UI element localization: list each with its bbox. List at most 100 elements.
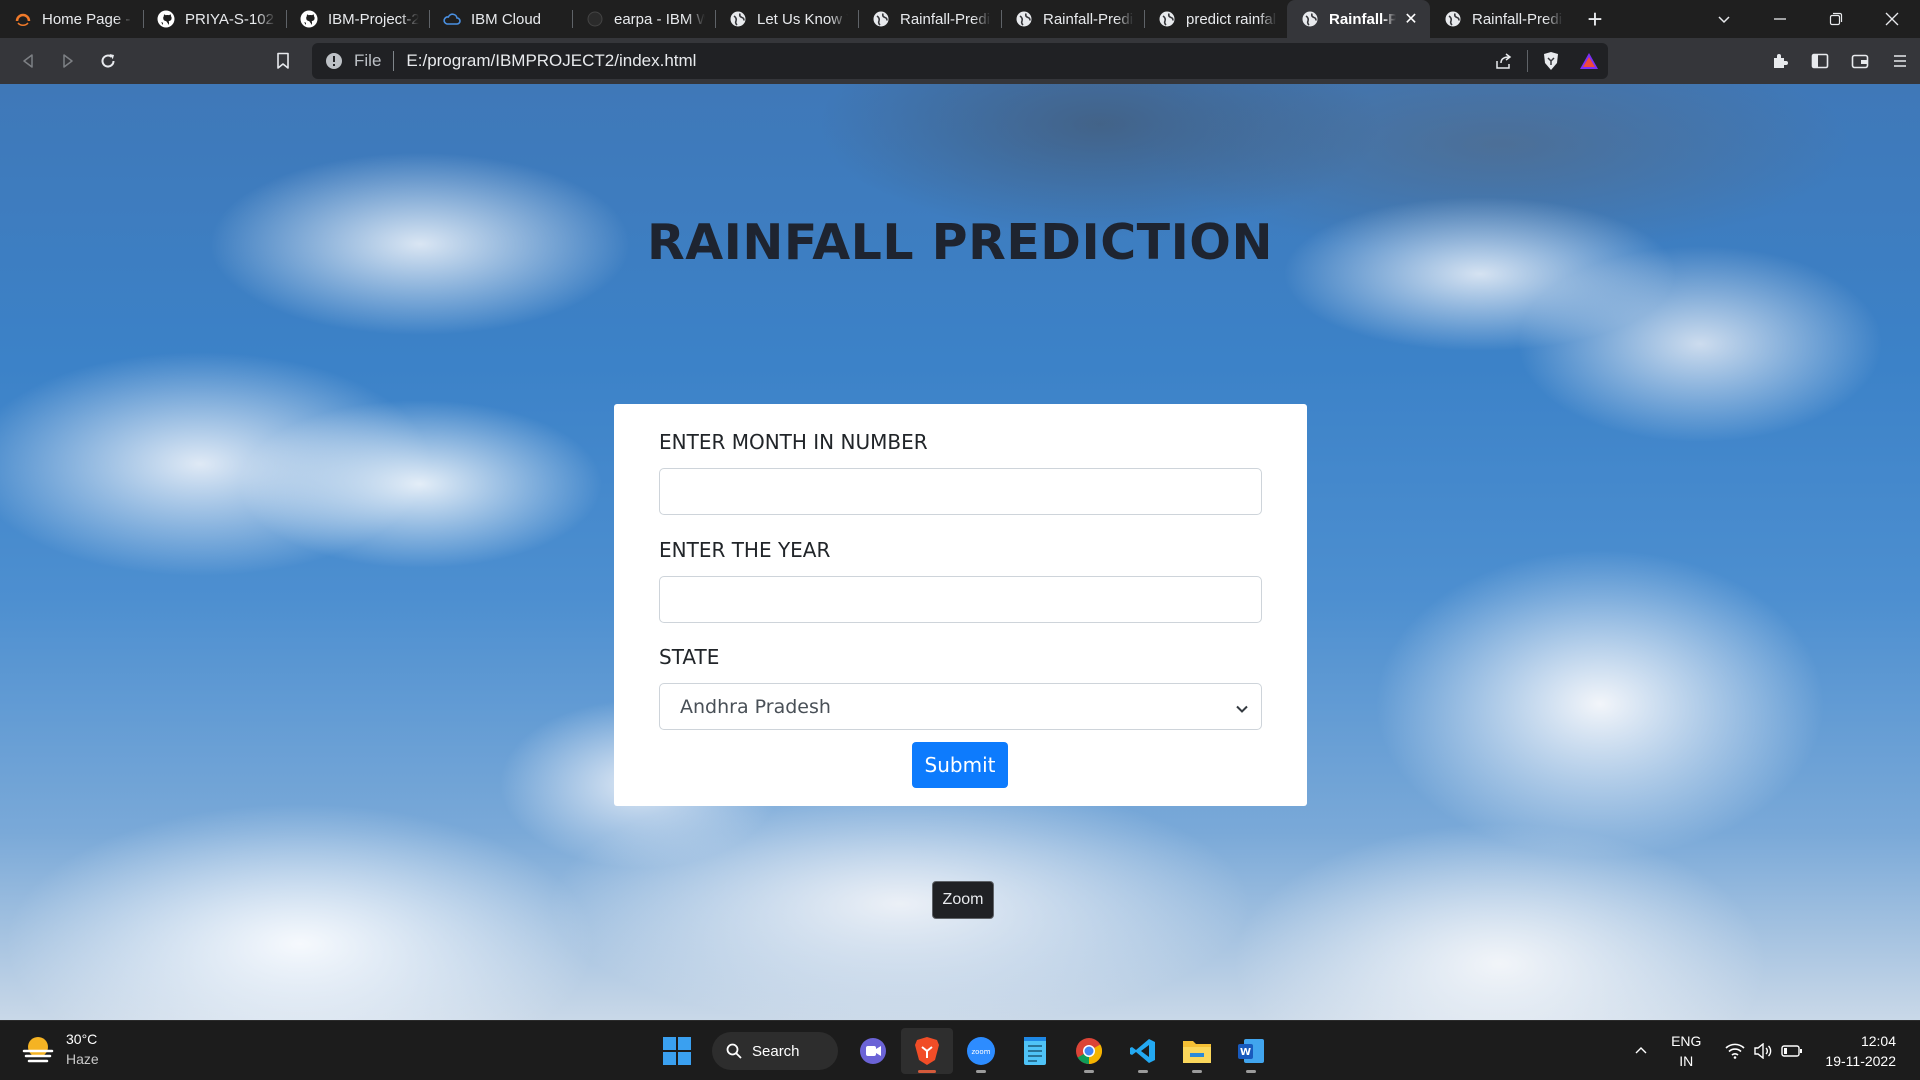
brave-icon[interactable]	[901, 1028, 953, 1074]
file-explorer-icon[interactable]	[1171, 1028, 1223, 1074]
menu-icon[interactable]	[1880, 41, 1920, 81]
tab-label: IBM Cloud	[471, 10, 542, 28]
address-bar[interactable]: File E:/program/IBMPROJECT2/index.html	[312, 43, 1608, 79]
lang-code: ENG	[1671, 1033, 1702, 1049]
back-icon[interactable]	[8, 41, 48, 81]
info-icon[interactable]	[324, 51, 344, 71]
chrome-icon[interactable]	[1063, 1028, 1115, 1074]
running-indicator	[1192, 1070, 1202, 1073]
github-icon	[157, 10, 175, 28]
active-indicator	[918, 1070, 936, 1073]
chevron-down-icon	[1235, 699, 1249, 713]
state-selected-value: Andhra Pradesh	[680, 695, 831, 718]
globe-icon	[1015, 10, 1033, 28]
tab-label: Rainfall-Predic	[1043, 10, 1134, 28]
clock-time: 12:04	[1860, 1033, 1896, 1049]
tab-label: earpa - IBM W	[614, 10, 705, 28]
volume-icon[interactable]	[1749, 1043, 1777, 1059]
reload-icon[interactable]	[88, 41, 128, 81]
battery-icon[interactable]	[1777, 1044, 1807, 1058]
tab-let-us-know[interactable]: Let Us Know Yo	[715, 0, 858, 38]
running-indicator	[976, 1070, 986, 1073]
address-actions	[1485, 41, 1608, 81]
tab-predict-rainfall[interactable]: predict rainfall	[1144, 0, 1287, 38]
weather-condition: Haze	[66, 1051, 99, 1067]
vscode-icon[interactable]	[1117, 1028, 1169, 1074]
tab-home-page[interactable]: Home Page - S	[0, 0, 143, 38]
state-label: STATE	[659, 645, 720, 669]
restore-icon[interactable]	[1808, 0, 1864, 38]
scheme-label: File	[354, 51, 382, 70]
tab-ibm-cloud[interactable]: IBM Cloud	[429, 0, 572, 38]
ibm-icon	[586, 10, 604, 28]
start-button[interactable]	[651, 1028, 703, 1074]
tab-rainfall-predict-3[interactable]: Rainfall-Predic	[1430, 0, 1573, 38]
globe-icon	[1301, 10, 1319, 28]
tab-rainfall-predict-2[interactable]: Rainfall-Predic	[1001, 0, 1144, 38]
prediction-form: ENTER MONTH IN NUMBER ENTER THE YEAR STA…	[614, 404, 1307, 806]
tab-label: Rainfall-Pr	[1329, 10, 1396, 28]
running-indicator	[1246, 1070, 1256, 1073]
weather-widget[interactable]: 30°C Haze	[20, 1029, 99, 1069]
ring-icon	[14, 10, 32, 28]
wallet-icon[interactable]	[1840, 41, 1880, 81]
toolbar-divider	[1527, 50, 1528, 72]
extensions-icon[interactable]	[1760, 41, 1800, 81]
cloud-icon	[443, 10, 461, 28]
tab-rainfall-predict-1[interactable]: Rainfall-Predict	[858, 0, 1001, 38]
page-viewport: RAINFALL PREDICTION ENTER MONTH IN NUMBE…	[0, 84, 1920, 1020]
brave-shields-icon[interactable]	[1532, 41, 1570, 81]
minimize-icon[interactable]	[1752, 0, 1808, 38]
tab-label: IBM-Project-24	[328, 10, 419, 28]
year-label: ENTER THE YEAR	[659, 538, 831, 562]
show-hidden-icons-chevron-icon[interactable]	[1625, 1031, 1657, 1071]
zoom-tooltip: Zoom	[932, 881, 994, 919]
share-icon[interactable]	[1485, 41, 1523, 81]
window-controls	[1696, 0, 1920, 38]
bookmark-icon[interactable]	[263, 41, 303, 81]
svg-text:W: W	[1240, 1047, 1251, 1058]
wifi-icon[interactable]	[1721, 1043, 1749, 1059]
tab-label: Rainfall-Predic	[1472, 10, 1563, 28]
language-indicator[interactable]: ENG IN	[1671, 1031, 1701, 1071]
system-tray: ENG IN 12:04 19-11-2022	[1625, 1021, 1920, 1080]
taskbar-search[interactable]: Search	[712, 1032, 838, 1070]
zoom-icon[interactable]: zoom	[955, 1028, 1007, 1074]
page-title: RAINFALL PREDICTION	[647, 214, 1273, 271]
tab-github-ibm-project[interactable]: IBM-Project-24	[286, 0, 429, 38]
notepad-icon[interactable]	[1009, 1028, 1061, 1074]
forward-icon[interactable]	[48, 41, 88, 81]
url-text[interactable]: E:/program/IBMPROJECT2/index.html	[406, 51, 696, 71]
month-label: ENTER MONTH IN NUMBER	[659, 430, 928, 454]
tab-search-chevron-icon[interactable]	[1696, 0, 1752, 38]
globe-icon	[872, 10, 890, 28]
tab-earpa-ibm[interactable]: earpa - IBM W	[572, 0, 715, 38]
close-tab-icon[interactable]: ✕	[1402, 10, 1420, 28]
close-window-icon[interactable]	[1864, 0, 1920, 38]
running-indicator	[1138, 1070, 1148, 1073]
windows-taskbar: 30°C Haze Search zoom W ENG IN 12:04 19-…	[0, 1020, 1920, 1080]
month-input[interactable]	[659, 468, 1262, 515]
tab-label: Let Us Know Yo	[757, 10, 848, 28]
state-select[interactable]: Andhra Pradesh	[659, 683, 1262, 730]
clock[interactable]: 12:04 19-11-2022	[1825, 1031, 1896, 1071]
taskbar-apps: Search zoom W	[650, 1028, 1278, 1074]
tab-label: PRIYA-S-102 (F	[185, 10, 276, 28]
new-tab-button[interactable]: +	[1573, 0, 1617, 38]
globe-icon	[1444, 10, 1462, 28]
browser-toolbar: File E:/program/IBMPROJECT2/index.html	[0, 38, 1920, 84]
teams-icon[interactable]	[847, 1028, 899, 1074]
lang-region: IN	[1679, 1053, 1694, 1069]
github-icon	[300, 10, 318, 28]
word-icon[interactable]: W	[1225, 1028, 1277, 1074]
sidebar-icon[interactable]	[1800, 41, 1840, 81]
weather-temp: 30°C	[66, 1031, 98, 1047]
tab-rainfall-active[interactable]: Rainfall-Pr ✕	[1287, 0, 1430, 38]
globe-icon	[729, 10, 747, 28]
tab-github-priya[interactable]: PRIYA-S-102 (F	[143, 0, 286, 38]
year-input[interactable]	[659, 576, 1262, 623]
brave-rewards-icon[interactable]	[1570, 41, 1608, 81]
tab-label: Rainfall-Predict	[900, 10, 991, 28]
submit-button[interactable]: Submit	[912, 742, 1008, 788]
toolbar-right-actions	[1760, 41, 1920, 81]
